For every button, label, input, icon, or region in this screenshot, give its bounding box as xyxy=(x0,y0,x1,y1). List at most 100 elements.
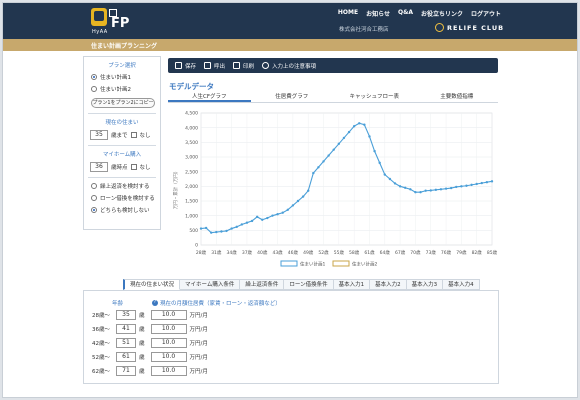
nav-logout[interactable]: ログアウト xyxy=(471,9,501,18)
checkbox-icon[interactable] xyxy=(130,164,137,170)
plan-option-2[interactable]: 住まい計画2 xyxy=(91,85,160,93)
data-point xyxy=(455,185,458,189)
y-axis-label: 万円・累計（万円） xyxy=(172,169,179,210)
tab-basic-input-1[interactable]: 基本入力1 xyxy=(333,279,371,290)
radio-icon[interactable] xyxy=(91,86,97,92)
none-label: なし xyxy=(139,165,151,171)
data-point xyxy=(460,185,463,188)
monthly-cost-input[interactable]: 10.0 xyxy=(150,324,187,334)
myhome-unit: 歳時点 xyxy=(111,165,128,171)
monthly-cost-input[interactable]: 10.0 xyxy=(150,310,187,320)
age-cost-row: 28歳～ 35 歳 10.0 万円/月 xyxy=(92,310,208,320)
option-refinance[interactable]: ローン借換を検討する xyxy=(91,194,160,202)
section-bar: 住まい計画プランニング xyxy=(3,39,577,51)
tab-basic-input-2[interactable]: 基本入力2 xyxy=(370,279,407,290)
x-tick-label: 64歳 xyxy=(380,249,391,256)
age-from-label: 52歳～ xyxy=(92,355,110,361)
data-point xyxy=(388,177,392,181)
save-button[interactable]: 保存 xyxy=(175,62,196,70)
tab-current-home[interactable]: 現在の住まい状況 xyxy=(123,279,181,290)
y-tick-label: 0 xyxy=(195,243,198,249)
tab-life-cf-graph[interactable]: 人生CFグラフ xyxy=(168,92,251,102)
tab-key-indicators[interactable]: 主要数値指標 xyxy=(416,92,499,102)
print-button[interactable]: 印刷 xyxy=(233,62,254,70)
divider xyxy=(88,113,156,114)
age-from-label: 36歳～ xyxy=(92,327,110,333)
data-point xyxy=(230,227,233,230)
plan-option-label: 住まい計画1 xyxy=(100,75,131,81)
tab-prepay-conditions[interactable]: 繰上返済条件 xyxy=(240,279,285,290)
data-point xyxy=(225,229,228,233)
fp-logo[interactable]: FP HyAA xyxy=(91,7,137,37)
logo-badge-icon xyxy=(91,8,107,26)
monthly-cost-input[interactable]: 10.0 xyxy=(150,366,187,376)
x-tick-label: 40歳 xyxy=(257,249,268,256)
current-home-row: 35 歳まで なし xyxy=(90,130,160,140)
legend-label: 住まい計画2 xyxy=(352,261,377,268)
data-point xyxy=(424,189,427,192)
legend-label: 住まい計画1 xyxy=(300,261,325,268)
data-point xyxy=(322,160,325,163)
plan-option-label: 住まい計画2 xyxy=(100,87,131,93)
current-home-age-input[interactable]: 35 xyxy=(90,130,108,140)
option-neither[interactable]: どちらも検討しない xyxy=(91,206,160,214)
checkbox-icon[interactable] xyxy=(130,132,137,138)
current-home-unit: 歳まで xyxy=(111,133,128,139)
tab-purchase-conditions[interactable]: マイホーム購入条件 xyxy=(180,279,241,290)
load-button[interactable]: 呼出 xyxy=(204,62,225,70)
monthly-cost-input[interactable]: 10.0 xyxy=(150,338,187,348)
data-point xyxy=(475,182,478,186)
nav-news[interactable]: お知らせ xyxy=(366,9,390,18)
tab-basic-input-3[interactable]: 基本入力3 xyxy=(406,279,444,290)
age-to-input[interactable]: 51 xyxy=(116,338,136,348)
data-point xyxy=(332,148,335,151)
age-to-input[interactable]: 61 xyxy=(116,352,136,362)
radio-selected-icon[interactable] xyxy=(91,74,97,80)
copy-plan-button[interactable]: プラン1をプラン2にコピー xyxy=(91,98,155,108)
info-icon xyxy=(262,62,270,69)
data-point xyxy=(373,149,376,153)
age-unit: 歳 xyxy=(139,355,145,361)
data-point xyxy=(215,230,218,234)
life-cf-line-chart: 万円・累計（万円） 0 500 1,000 1,500 2,000 2,500 3,000 3… xyxy=(172,111,498,268)
print-icon xyxy=(233,62,241,69)
nav-home[interactable]: HOME xyxy=(338,9,358,18)
tab-basic-input-4[interactable]: 基本入力4 xyxy=(443,279,480,290)
option-label: ローン借換を検討する xyxy=(100,196,155,202)
legend-swatch xyxy=(332,260,350,267)
x-tick-label: 73歳 xyxy=(426,249,437,256)
divider xyxy=(88,145,156,146)
logo-text: FP xyxy=(111,16,130,31)
help-icon[interactable]: ? xyxy=(152,300,158,306)
nav-qa[interactable]: Q&A xyxy=(398,9,413,18)
radio-selected-icon[interactable] xyxy=(91,207,97,213)
tab-housing-cost-graph[interactable]: 住居費グラフ xyxy=(251,92,334,102)
age-to-input[interactable]: 35 xyxy=(116,310,136,320)
notes-button[interactable]: 入力上の注意事項 xyxy=(262,62,316,70)
option-prepay[interactable]: 繰上返済を検討する xyxy=(91,182,160,190)
option-label: どちらも検討しない xyxy=(100,208,150,214)
y-tick-label: 3,000 xyxy=(185,155,198,161)
tab-refinance-conditions[interactable]: ローン借換条件 xyxy=(284,279,334,290)
age-unit: 歳 xyxy=(139,313,145,319)
data-point xyxy=(210,231,213,234)
tab-cashflow-table[interactable]: キャッシュフロー表 xyxy=(333,92,416,102)
radio-icon[interactable] xyxy=(91,183,97,189)
monthly-cost-input[interactable]: 10.0 xyxy=(150,352,187,362)
myhome-row: 36 歳時点 なし xyxy=(90,162,160,172)
data-point xyxy=(352,125,356,128)
myhome-age-input[interactable]: 36 xyxy=(90,162,108,172)
header-bar: FP HyAA HOME お知らせ Q&A お役立ちリンク ログアウト 株式会社… xyxy=(3,3,577,39)
data-point xyxy=(235,225,238,229)
plan-option-1[interactable]: 住まい計画1 xyxy=(91,73,160,81)
data-point xyxy=(383,173,386,176)
nav-links[interactable]: お役立ちリンク xyxy=(421,9,463,18)
load-icon xyxy=(204,62,212,69)
age-to-input[interactable]: 41 xyxy=(116,324,136,334)
top-nav: HOME お知らせ Q&A お役立ちリンク ログアウト xyxy=(338,9,501,18)
y-tick-label: 2,000 xyxy=(185,184,198,190)
x-tick-label: 31歳 xyxy=(211,249,222,256)
age-to-input[interactable]: 71 xyxy=(116,366,136,376)
radio-icon[interactable] xyxy=(91,195,97,201)
data-point xyxy=(327,154,330,157)
